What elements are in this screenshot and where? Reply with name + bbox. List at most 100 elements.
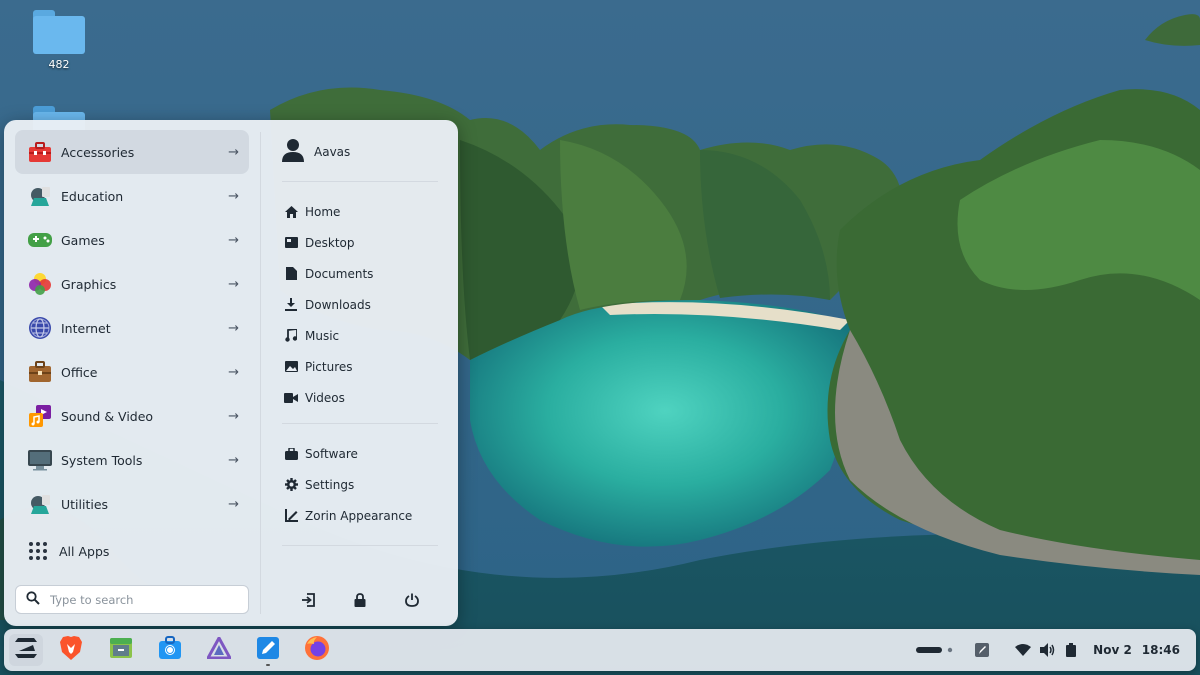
education-icon	[27, 183, 53, 209]
place-desktop[interactable]: Desktop	[282, 227, 438, 258]
category-internet[interactable]: Internet →	[15, 306, 249, 350]
media-icon	[27, 403, 53, 429]
running-indicator	[266, 664, 270, 666]
tray-network[interactable]	[1015, 629, 1031, 671]
category-system-tools[interactable]: System Tools →	[15, 438, 249, 482]
search-box[interactable]	[15, 585, 249, 614]
category-graphics[interactable]: Graphics →	[15, 262, 249, 306]
folder-icon	[33, 10, 85, 54]
category-games[interactable]: Games →	[15, 218, 249, 262]
home-icon	[284, 205, 298, 219]
category-label: Office	[61, 364, 98, 380]
grid-icon	[29, 542, 47, 560]
arrow-right-icon: →	[228, 188, 239, 204]
place-label: Desktop	[305, 235, 355, 250]
place-label: Downloads	[305, 297, 371, 312]
files-icon	[109, 636, 133, 664]
category-label: System Tools	[61, 452, 143, 468]
category-list: Accessories → Education → Games → Graphi…	[15, 130, 249, 526]
tray-battery[interactable]	[1066, 629, 1076, 671]
all-apps-label: All Apps	[59, 543, 110, 559]
utilities-icon	[27, 491, 53, 517]
user-account[interactable]: Aavas	[282, 130, 438, 174]
software-icon	[284, 447, 298, 461]
separator	[282, 181, 438, 182]
taskbar-app-text-editor[interactable]	[251, 634, 285, 666]
category-label: Accessories	[61, 144, 135, 160]
all-apps-button[interactable]: All Apps	[15, 536, 249, 566]
category-office[interactable]: Office →	[15, 350, 249, 394]
taskbar-app-files[interactable]	[104, 634, 138, 666]
wifi-icon	[1015, 644, 1031, 656]
logout-icon[interactable]	[296, 588, 320, 612]
system-software[interactable]: Software	[282, 438, 438, 469]
brave-icon	[59, 635, 83, 665]
search-icon	[26, 590, 40, 609]
graphics-icon	[27, 271, 53, 297]
tray-volume[interactable]	[1040, 629, 1056, 671]
place-label: Documents	[305, 266, 374, 281]
place-home[interactable]: Home	[282, 196, 438, 227]
category-label: Games	[61, 232, 105, 248]
place-downloads[interactable]: Downloads	[282, 289, 438, 320]
category-sound-video[interactable]: Sound & Video →	[15, 394, 249, 438]
text-editor-icon	[256, 636, 280, 664]
tray-editor-indicator[interactable]	[975, 629, 989, 671]
gear-icon	[284, 478, 298, 492]
place-label: Music	[305, 328, 340, 343]
category-accessories[interactable]: Accessories →	[15, 130, 249, 174]
place-music[interactable]: Music	[282, 320, 438, 351]
zorin-logo-icon	[14, 637, 38, 663]
desktop-icon-label: 482	[48, 58, 70, 71]
place-label: Pictures	[305, 359, 353, 374]
taskbar-app-prism[interactable]	[202, 634, 236, 666]
globe-icon	[27, 315, 53, 341]
appearance-icon	[284, 509, 298, 523]
system-label: Software	[305, 446, 358, 461]
place-videos[interactable]: Videos	[282, 382, 438, 413]
category-label: Utilities	[61, 496, 109, 512]
battery-icon	[1066, 643, 1076, 657]
document-icon	[284, 267, 298, 281]
software-store-icon	[158, 636, 182, 664]
search-input[interactable]	[50, 592, 230, 607]
system-zorin-appearance[interactable]: Zorin Appearance	[282, 500, 438, 531]
session-actions	[282, 586, 438, 614]
music-icon	[284, 329, 298, 343]
arrow-right-icon: →	[228, 364, 239, 380]
taskbar-start-button[interactable]	[9, 634, 43, 666]
taskbar-app-brave[interactable]	[54, 634, 88, 666]
taskbar: Nov 2 18:46	[4, 629, 1196, 671]
workspace-indicator[interactable]	[916, 629, 956, 671]
category-education[interactable]: Education →	[15, 174, 249, 218]
separator	[282, 545, 438, 546]
arrow-right-icon: →	[228, 144, 239, 160]
arrow-right-icon: →	[228, 276, 239, 292]
place-label: Home	[305, 204, 341, 219]
workspace-switcher-icon	[916, 647, 953, 653]
lock-icon[interactable]	[348, 588, 372, 612]
desktop-folder-482[interactable]: 482	[24, 10, 94, 71]
arrow-right-icon: →	[228, 452, 239, 468]
separator	[282, 423, 438, 424]
place-documents[interactable]: Documents	[282, 258, 438, 289]
start-menu: Accessories → Education → Games → Graphi…	[4, 120, 458, 626]
category-utilities[interactable]: Utilities →	[15, 482, 249, 526]
power-icon[interactable]	[400, 588, 424, 612]
category-label: Sound & Video	[61, 408, 154, 424]
date-text: Nov 2	[1093, 643, 1132, 657]
system-label: Zorin Appearance	[305, 508, 413, 523]
taskbar-app-software[interactable]	[153, 634, 187, 666]
taskbar-app-firefox[interactable]	[300, 634, 334, 666]
prism-icon	[205, 634, 233, 663]
download-icon	[284, 298, 298, 312]
arrow-right-icon: →	[228, 496, 239, 512]
clock[interactable]: Nov 2 18:46	[1093, 629, 1180, 671]
place-label: Videos	[305, 390, 345, 405]
gamepad-icon	[27, 227, 53, 253]
firefox-icon	[304, 635, 330, 665]
system-settings[interactable]: Settings	[282, 469, 438, 500]
place-pictures[interactable]: Pictures	[282, 351, 438, 382]
time-text: 18:46	[1141, 643, 1180, 657]
menu-divider	[260, 132, 261, 614]
